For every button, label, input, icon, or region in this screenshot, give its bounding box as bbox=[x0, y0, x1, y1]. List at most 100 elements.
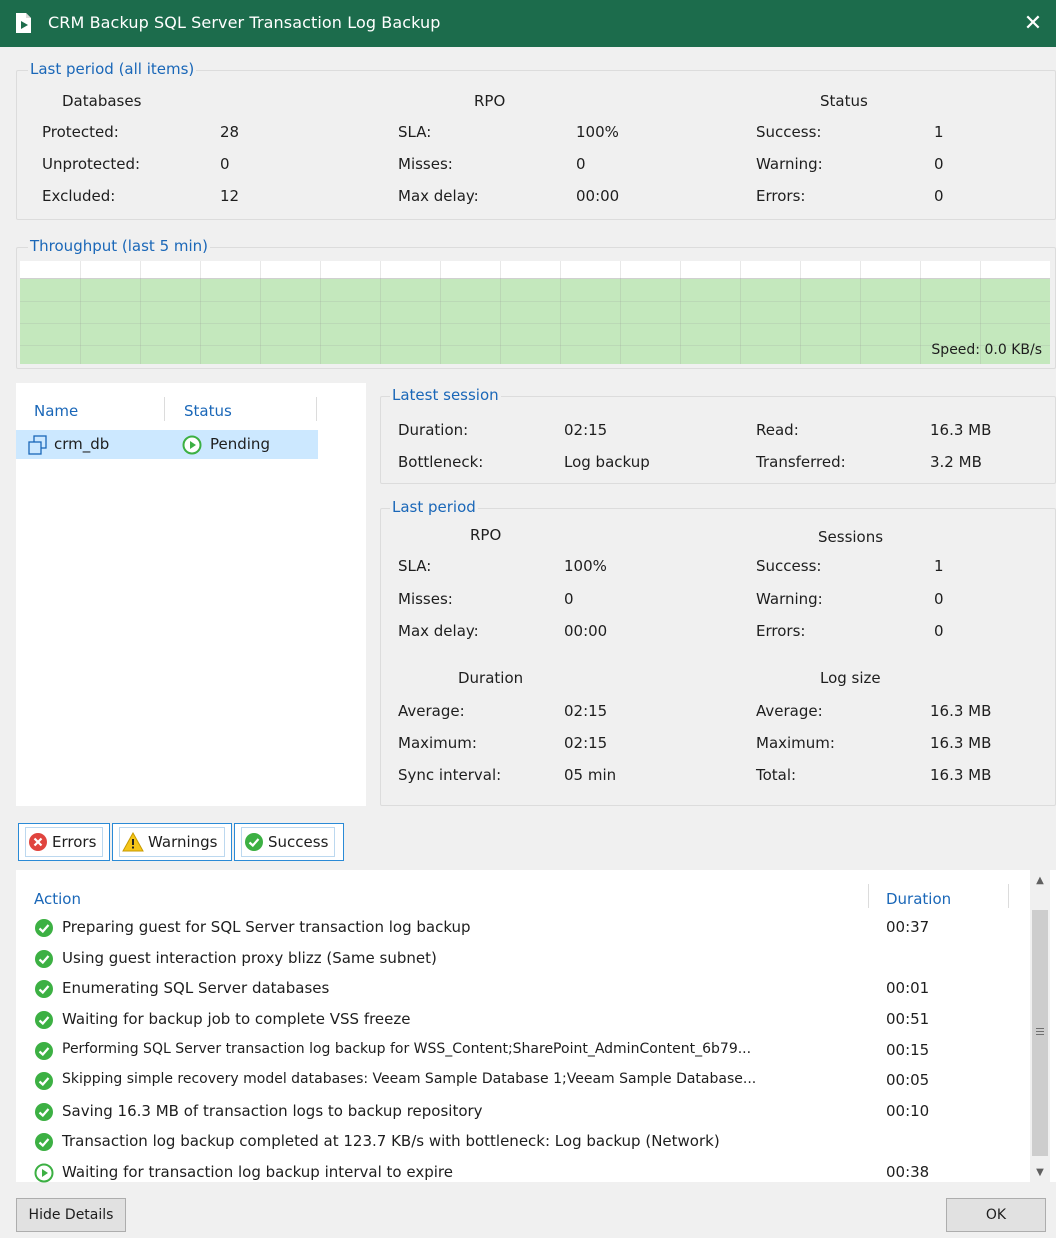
lp-warning-value: 0 bbox=[934, 590, 944, 608]
list-item[interactable]: crm_db Pending bbox=[16, 430, 318, 459]
avg-log-size-value: 16.3 MB bbox=[930, 702, 992, 720]
pending-icon bbox=[34, 1163, 54, 1183]
column-separator bbox=[1008, 884, 1009, 908]
warnings-filter-label: Warnings bbox=[148, 833, 218, 851]
avg-log-size-label: Average: bbox=[756, 702, 823, 720]
chart-top-band bbox=[20, 261, 1050, 279]
duration-column-header[interactable]: Duration bbox=[886, 890, 951, 908]
name-column-header[interactable]: Name bbox=[34, 402, 78, 420]
error-icon bbox=[29, 833, 47, 851]
lp-sla-value: 100% bbox=[564, 557, 607, 575]
latest-session-legend: Latest session bbox=[390, 386, 501, 404]
grid-line bbox=[260, 261, 261, 364]
success-icon bbox=[245, 833, 263, 851]
max-log-size-label: Maximum: bbox=[756, 734, 835, 752]
scroll-thumb[interactable] bbox=[1032, 910, 1048, 1156]
total-log-size-value: 16.3 MB bbox=[930, 766, 992, 784]
action-text: Preparing guest for SQL Server transacti… bbox=[62, 918, 471, 936]
action-text: Waiting for backup job to complete VSS f… bbox=[62, 1010, 411, 1028]
vertical-scrollbar[interactable]: ▲ ▼ bbox=[1030, 870, 1050, 1182]
success-filter-button[interactable]: Success bbox=[234, 823, 344, 861]
grid-line bbox=[620, 261, 621, 364]
duration-value: 02:15 bbox=[564, 421, 608, 439]
unprotected-label: Unprotected: bbox=[42, 155, 141, 173]
action-duration: 00:10 bbox=[886, 1102, 930, 1120]
column-separator bbox=[164, 397, 165, 421]
lp-sla-label: SLA: bbox=[398, 557, 432, 575]
close-button[interactable]: ✕ bbox=[1010, 0, 1056, 47]
success-icon bbox=[35, 919, 53, 937]
duration-header: Duration bbox=[458, 669, 524, 687]
last-period-group bbox=[380, 508, 1056, 806]
bottleneck-value: Log backup bbox=[564, 453, 650, 471]
item-name: crm_db bbox=[54, 435, 110, 453]
max-duration-label: Maximum: bbox=[398, 734, 477, 752]
window-title: CRM Backup SQL Server Transaction Log Ba… bbox=[48, 13, 441, 32]
success-icon bbox=[35, 1011, 53, 1029]
protected-label: Protected: bbox=[42, 123, 119, 141]
action-duration: 00:01 bbox=[886, 979, 930, 997]
avg-duration-label: Average: bbox=[398, 702, 465, 720]
grid-line bbox=[860, 261, 861, 364]
action-duration: 00:38 bbox=[886, 1163, 930, 1181]
grid-line bbox=[920, 261, 921, 364]
action-text: Enumerating SQL Server databases bbox=[62, 979, 330, 997]
warning-label: Warning: bbox=[756, 155, 823, 173]
avg-duration-value: 02:15 bbox=[564, 702, 608, 720]
speed-label: Speed: 0.0 KB/s bbox=[931, 342, 1042, 358]
lp-success-label: Success: bbox=[756, 557, 822, 575]
last-period-all-group bbox=[16, 70, 1056, 220]
errors-value: 0 bbox=[934, 187, 944, 205]
status-column-header[interactable]: Status bbox=[184, 402, 232, 420]
action-text: Saving 16.3 MB of transaction logs to ba… bbox=[62, 1102, 483, 1120]
success-value: 1 bbox=[934, 123, 944, 141]
success-icon bbox=[35, 980, 53, 998]
grid-line bbox=[680, 261, 681, 364]
sessions-header: Sessions bbox=[818, 528, 884, 546]
protected-value: 28 bbox=[220, 123, 240, 141]
action-column-header[interactable]: Action bbox=[34, 890, 81, 908]
hide-details-button[interactable]: Hide Details bbox=[16, 1198, 126, 1232]
sync-interval-label: Sync interval: bbox=[398, 766, 502, 784]
last-period-all-legend: Last period (all items) bbox=[28, 60, 197, 78]
unprotected-value: 0 bbox=[220, 155, 230, 173]
lp-max-delay-label: Max delay: bbox=[398, 622, 479, 640]
errors-filter-button[interactable]: Errors bbox=[18, 823, 110, 861]
scroll-up-icon[interactable]: ▲ bbox=[1030, 870, 1050, 890]
grid-line bbox=[380, 261, 381, 364]
lp-errors-value: 0 bbox=[934, 622, 944, 640]
max-log-size-value: 16.3 MB bbox=[930, 734, 992, 752]
success-filter-label: Success bbox=[268, 833, 329, 851]
success-icon bbox=[35, 1103, 53, 1121]
bottleneck-label: Bottleneck: bbox=[398, 453, 484, 471]
grid-line bbox=[320, 261, 321, 364]
excluded-label: Excluded: bbox=[42, 187, 116, 205]
max-delay-label: Max delay: bbox=[398, 187, 479, 205]
warnings-filter-button[interactable]: Warnings bbox=[112, 823, 232, 861]
duration-label: Duration: bbox=[398, 421, 469, 439]
read-value: 16.3 MB bbox=[930, 421, 992, 439]
job-icon bbox=[16, 13, 31, 33]
databases-header: Databases bbox=[62, 92, 142, 110]
log-size-header: Log size bbox=[820, 669, 881, 687]
ok-button[interactable]: OK bbox=[946, 1198, 1046, 1232]
scroll-down-icon[interactable]: ▼ bbox=[1030, 1162, 1050, 1182]
lp-errors-label: Errors: bbox=[756, 622, 806, 640]
action-text: Using guest interaction proxy blizz (Sam… bbox=[62, 949, 437, 967]
sla-label: SLA: bbox=[398, 123, 432, 141]
grid-line bbox=[140, 261, 141, 364]
grid-line bbox=[440, 261, 441, 364]
max-duration-value: 02:15 bbox=[564, 734, 608, 752]
grid-line bbox=[560, 261, 561, 364]
rpo-header: RPO bbox=[470, 526, 502, 544]
lp-max-delay-value: 00:00 bbox=[564, 622, 608, 640]
title-bar: CRM Backup SQL Server Transaction Log Ba… bbox=[0, 0, 1056, 47]
grid-line bbox=[500, 261, 501, 364]
throughput-chart: Speed: 0.0 KB/s bbox=[20, 261, 1050, 364]
sync-interval-value: 05 min bbox=[564, 766, 617, 784]
misses-label: Misses: bbox=[398, 155, 453, 173]
last-period-legend: Last period bbox=[390, 498, 478, 516]
action-text: Performing SQL Server transaction log ba… bbox=[62, 1041, 752, 1057]
grid-line bbox=[800, 261, 801, 364]
grid-line bbox=[20, 345, 1050, 346]
